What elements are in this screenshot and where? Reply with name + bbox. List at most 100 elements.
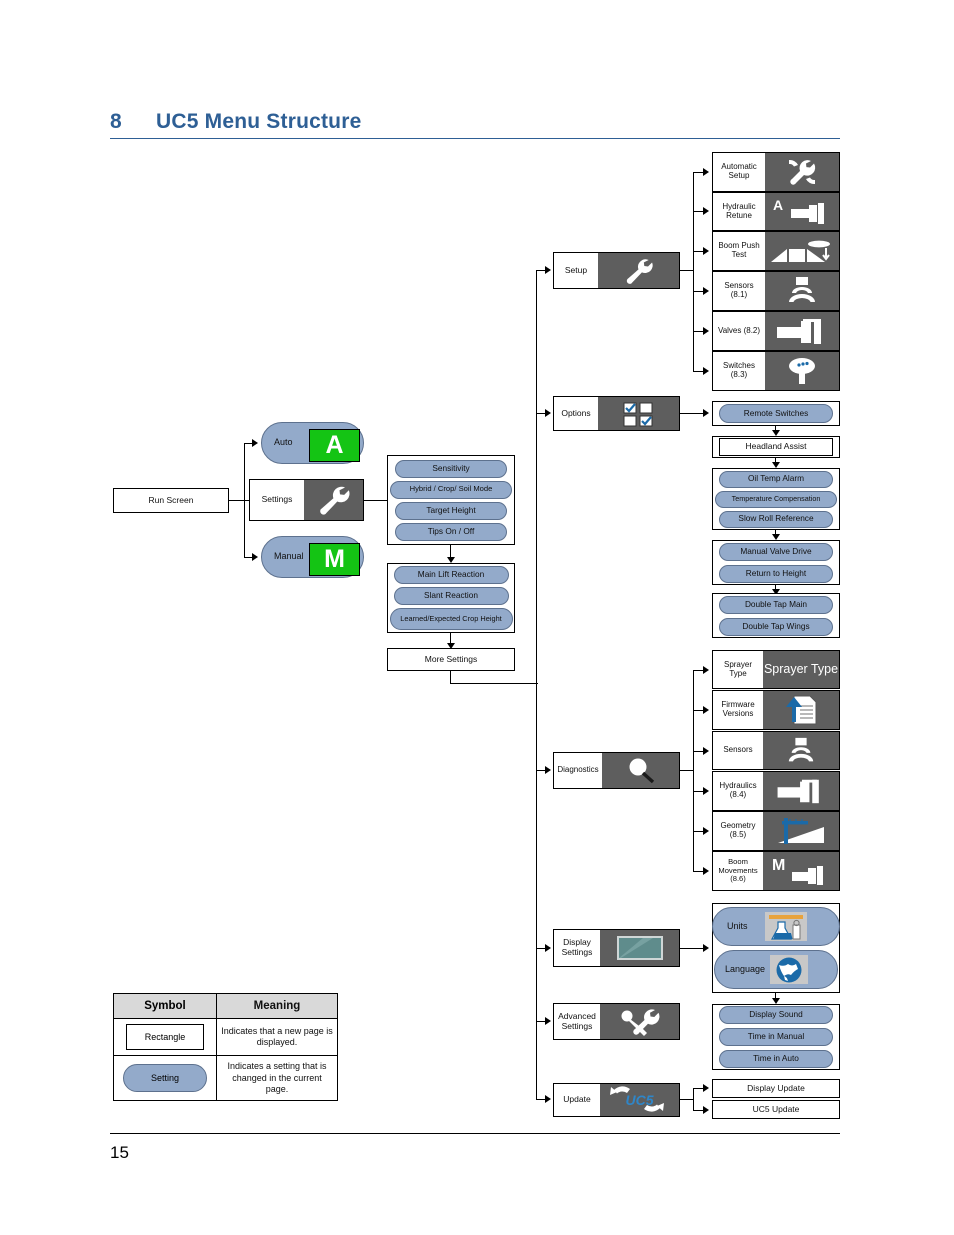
auto-setup-icon (765, 153, 839, 191)
node-diagnostics-sensors[interactable]: Sensors (712, 731, 840, 770)
boom-push-test-icon (765, 232, 839, 270)
main-trunk-connector (536, 270, 538, 1100)
legend-row-rectangle: Rectangle Indicates that a new page is d… (114, 1019, 337, 1057)
sprayer-type-label: Sprayer Type (723, 659, 752, 678)
option-slow-roll-reference[interactable]: Slow Roll Reference (719, 510, 833, 528)
option-oil-temp-alarm[interactable]: Oil Temp Alarm (719, 470, 833, 488)
option-headland-assist[interactable]: Headland Assist (719, 438, 833, 456)
advanced-settings-label: Advanced Settings (558, 1010, 596, 1031)
setting-hybrid-crop-soil-mode[interactable]: Hybrid / Crop/ Soil Mode (390, 480, 512, 499)
diagnostics-label: Diagnostics (557, 765, 599, 775)
arrow-icon (252, 439, 258, 447)
node-valves-8-2[interactable]: Valves (8.2) (712, 311, 840, 351)
arrow-icon (545, 1017, 551, 1025)
node-update[interactable]: Update UC5 (553, 1083, 680, 1117)
node-boom-movements-8-6[interactable]: Boom Movements (8.6) M (712, 851, 840, 891)
monitor-icon (600, 930, 679, 966)
arrow-icon (703, 827, 709, 835)
setting-main-lift-reaction[interactable]: Main Lift Reaction (393, 566, 509, 584)
display-update-label: Display Update (747, 1082, 805, 1093)
option-temperature-compensation[interactable]: Temperature Compensation (715, 490, 837, 508)
arrow-icon (703, 787, 709, 795)
node-display-settings[interactable]: Display Settings (553, 929, 680, 967)
setting-slant-reaction[interactable]: Slant Reaction (393, 587, 509, 605)
boom-movement-M-icon: M (763, 852, 839, 890)
node-firmware-versions[interactable]: Firmware Versions (712, 690, 840, 730)
legend-header-meaning: Meaning (253, 1000, 301, 1012)
setup-label: Setup (564, 264, 588, 275)
node-hydraulic-retune[interactable]: Hydraulic Retune A (712, 192, 840, 231)
node-sensors-8-1[interactable]: Sensors (8.1) (712, 271, 840, 311)
setting-target-height[interactable]: Target Height (395, 501, 507, 520)
geometry-label: Geometry (8.5) (720, 821, 756, 839)
node-advanced-settings[interactable]: Advanced Settings (553, 1003, 680, 1040)
sensor-waves-icon (763, 732, 839, 769)
advanced-display-sound[interactable]: Display Sound (719, 1006, 833, 1024)
switches-label: Switches (8.3) (722, 361, 755, 379)
node-settings[interactable]: Settings (249, 479, 364, 521)
connector (693, 172, 695, 372)
display-group: Units Language (712, 903, 840, 993)
node-boom-push-test[interactable]: Boom Push Test (712, 231, 840, 271)
sensors-label: Sensors (8.1) (724, 281, 754, 299)
option-manual-valve-drive[interactable]: Manual Valve Drive (719, 542, 833, 561)
node-run-screen[interactable]: Run Screen (113, 488, 229, 513)
wrench-icon (598, 253, 679, 288)
option-double-tap-main[interactable]: Double Tap Main (719, 595, 833, 614)
node-sprayer-type[interactable]: Sprayer Type Sprayer Type (712, 650, 840, 689)
magnifier-icon (602, 753, 679, 788)
option-remote-switches[interactable]: Remote Switches (719, 404, 833, 423)
hydraulic-retune-icon: A (765, 193, 839, 230)
node-display-update[interactable]: Display Update (712, 1079, 840, 1098)
advanced-time-in-auto[interactable]: Time in Auto (719, 1050, 833, 1068)
options-group-2: Headland Assist (712, 436, 840, 458)
geometry-icon (763, 812, 839, 850)
connector (229, 500, 245, 502)
node-options[interactable]: Options (553, 396, 680, 431)
node-hydraulics-8-4[interactable]: Hydraulics (8.4) (712, 771, 840, 811)
firmware-versions-label: Firmware Versions (721, 700, 755, 718)
node-more-settings[interactable]: More Settings (387, 648, 515, 671)
setting-sensitivity[interactable]: Sensitivity (395, 459, 507, 478)
connector (693, 1088, 695, 1111)
arrow-icon (545, 766, 551, 774)
footer-divider (110, 1133, 840, 1134)
globe-icon (770, 955, 808, 984)
node-uc5-update[interactable]: UC5 Update (712, 1100, 840, 1119)
node-diagnostics[interactable]: Diagnostics (553, 752, 680, 789)
display-language[interactable]: Language (714, 950, 838, 989)
advanced-time-in-manual[interactable]: Time in Manual (719, 1028, 833, 1046)
settings-label: Settings (261, 494, 293, 505)
page-title: 8 UC5 Menu Structure (110, 110, 840, 139)
node-geometry-8-5[interactable]: Geometry (8.5) (712, 811, 840, 851)
uc5-refresh-icon: UC5 (600, 1084, 679, 1116)
legend-header-symbol: Symbol (114, 994, 217, 1019)
arrow-icon (545, 409, 551, 417)
arrow-icon (703, 1106, 709, 1114)
legend-symbol-setting: Setting (123, 1064, 207, 1093)
arrow-icon (703, 1084, 709, 1092)
connector (680, 948, 704, 950)
node-switches-8-3[interactable]: Switches (8.3) (712, 351, 840, 391)
valve-icon (765, 312, 839, 350)
run-screen-label: Run Screen (148, 494, 194, 505)
legend-symbol-rectangle: Rectangle (126, 1024, 204, 1051)
node-setup[interactable]: Setup (553, 252, 680, 289)
legend-row-setting: Setting Indicates a setting that is chan… (114, 1056, 337, 1101)
display-settings-label: Display Settings (561, 937, 593, 957)
setting-learned-expected-crop-height[interactable]: Learned/Expected Crop Height (389, 608, 513, 630)
arrow-icon (703, 367, 709, 375)
node-automatic-setup[interactable]: Automatic Setup (712, 152, 840, 192)
legend-meaning-setting: Indicates a setting that is changed in t… (227, 1061, 327, 1094)
settings-group-1: Sensitivity Hybrid / Crop/ Soil Mode Tar… (387, 455, 515, 545)
node-auto-mode[interactable]: Auto A (261, 422, 364, 464)
options-group-1: Remote Switches (712, 401, 840, 426)
checkboxes-icon (598, 397, 679, 430)
option-return-to-height[interactable]: Return to Height (719, 564, 833, 583)
setting-tips-on-off[interactable]: Tips On / Off (395, 522, 507, 541)
node-manual-mode[interactable]: Manual M (261, 536, 364, 578)
manual-label: Manual (274, 551, 304, 562)
display-units[interactable]: Units (712, 907, 840, 946)
option-double-tap-wings[interactable]: Double Tap Wings (719, 617, 833, 636)
firmware-upload-icon (763, 691, 839, 729)
